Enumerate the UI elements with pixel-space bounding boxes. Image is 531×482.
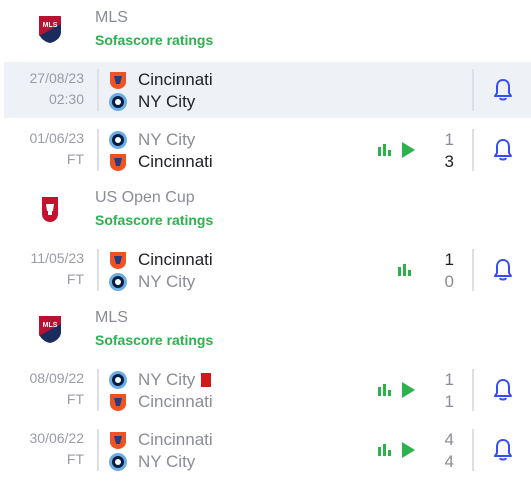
match-row[interactable]: 01/06/23 FT NY City Cincinnati 1 3: [4, 122, 531, 178]
match-time: 02:30: [48, 91, 84, 107]
league-name: US Open Cup: [95, 189, 195, 206]
home-score: 4: [444, 430, 454, 449]
divider: [97, 129, 99, 171]
red-card-icon: [201, 373, 212, 387]
cincinnati-crest-icon: [110, 394, 126, 411]
away-score: 3: [444, 152, 454, 171]
match-row[interactable]: 08/09/22 FT NY City Cincinnati 1 1: [4, 362, 531, 418]
away-team-name: Cincinnati: [138, 152, 213, 171]
away-score: 0: [444, 272, 454, 291]
divider: [472, 129, 474, 171]
play-icon[interactable]: [399, 141, 417, 159]
stats-icon[interactable]: [377, 382, 393, 398]
away-team: Cincinnati: [108, 391, 213, 413]
match-date: 30/06/22: [29, 430, 85, 446]
divider: [97, 249, 99, 291]
league-name: MLS: [95, 9, 128, 26]
home-team-name: Cincinnati: [138, 430, 213, 449]
stats-icon[interactable]: [397, 262, 413, 278]
away-score: 1: [444, 392, 454, 411]
sofascore-ratings-link[interactable]: Sofascore ratings: [95, 32, 213, 48]
match-row[interactable]: 11/05/23 FT Cincinnati NY City 1 0: [4, 242, 531, 298]
match-actions: [377, 141, 417, 159]
divider: [97, 429, 99, 471]
cincinnati-crest-icon: [110, 432, 126, 449]
away-team: NY City: [108, 271, 195, 293]
stats-icon[interactable]: [377, 442, 393, 458]
match-date: 11/05/23: [30, 250, 84, 266]
home-team-name: NY City: [138, 130, 196, 149]
match-row[interactable]: 30/06/22 FT Cincinnati NY City 4 4: [4, 422, 531, 478]
league-header-mls[interactable]: MLS MLS Sofascore ratings: [0, 0, 531, 60]
play-icon[interactable]: [399, 441, 417, 459]
home-team-name: Cincinnati: [138, 70, 213, 89]
home-team: Cincinnati: [108, 249, 213, 271]
nycfc-crest-icon: [109, 371, 127, 389]
bell-icon[interactable]: [492, 138, 514, 162]
divider: [472, 249, 474, 291]
cincinnati-crest-icon: [110, 72, 126, 89]
away-team: Cincinnati: [108, 151, 213, 173]
divider: [472, 429, 474, 471]
divider: [472, 69, 474, 111]
match-date: 08/09/22: [29, 370, 85, 386]
nycfc-crest-icon: [109, 93, 127, 111]
sofascore-ratings-link[interactable]: Sofascore ratings: [95, 212, 213, 228]
away-team: NY City: [108, 91, 195, 113]
match-status: FT: [66, 451, 84, 467]
away-team-name: Cincinnati: [138, 392, 213, 411]
match-status: FT: [66, 391, 84, 407]
home-team-name: NY City: [138, 370, 196, 389]
us-open-cup-logo-icon: [42, 197, 58, 222]
league-header-us-open-cup[interactable]: US Open Cup Sofascore ratings: [0, 180, 531, 240]
sofascore-ratings-link[interactable]: Sofascore ratings: [95, 332, 213, 348]
nycfc-crest-icon: [109, 131, 127, 149]
bell-icon[interactable]: [492, 78, 514, 102]
mls-logo-icon: MLS: [39, 16, 61, 43]
away-team: NY City: [108, 451, 195, 473]
mls-logo-icon: MLS: [39, 316, 61, 343]
home-team: NY City: [108, 369, 212, 391]
match-status: FT: [66, 151, 84, 167]
home-team: NY City: [108, 129, 195, 151]
nycfc-crest-icon: [109, 453, 127, 471]
match-row[interactable]: 27/08/23 02:30 Cincinnati NY City: [4, 62, 531, 118]
svg-text:MLS: MLS: [43, 22, 58, 29]
bell-icon[interactable]: [492, 378, 514, 402]
away-team-name: NY City: [138, 92, 196, 111]
cincinnati-crest-icon: [110, 252, 126, 269]
play-icon[interactable]: [399, 381, 417, 399]
away-team-name: NY City: [138, 452, 196, 471]
match-status: FT: [66, 271, 84, 287]
home-score: 1: [444, 250, 454, 269]
cincinnati-crest-icon: [110, 154, 126, 171]
divider: [97, 369, 99, 411]
home-score: 1: [444, 130, 454, 149]
divider: [97, 69, 99, 111]
match-actions: [377, 441, 417, 459]
bell-icon[interactable]: [492, 258, 514, 282]
nycfc-crest-icon: [109, 273, 127, 291]
stats-icon[interactable]: [377, 142, 393, 158]
home-team: Cincinnati: [108, 69, 213, 91]
match-actions: [397, 261, 413, 279]
svg-text:MLS: MLS: [43, 322, 58, 329]
match-actions: [377, 381, 417, 399]
away-team-name: NY City: [138, 272, 196, 291]
league-header-mls[interactable]: MLS MLS Sofascore ratings: [0, 300, 531, 360]
divider: [472, 369, 474, 411]
match-date: 01/06/23: [29, 130, 85, 146]
match-date: 27/08/23: [29, 70, 85, 86]
home-score: 1: [444, 370, 454, 389]
bell-icon[interactable]: [492, 438, 514, 462]
home-team-name: Cincinnati: [138, 250, 213, 269]
away-score: 4: [444, 452, 454, 471]
league-name: MLS: [95, 309, 128, 326]
home-team: Cincinnati: [108, 429, 213, 451]
